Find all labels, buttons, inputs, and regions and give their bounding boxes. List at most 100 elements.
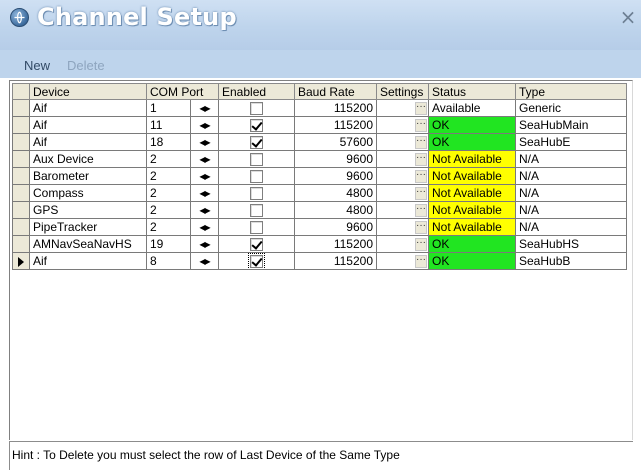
com-port-cell[interactable]: 2 [146,201,191,219]
com-port-cell[interactable]: 1 [146,99,191,117]
settings-cell[interactable]: ··· [376,116,429,134]
device-cell[interactable]: Aif [29,252,147,270]
ellipsis-icon[interactable]: ··· [415,187,427,201]
baud-rate-cell[interactable]: 115200 [294,99,377,117]
baud-rate-cell[interactable]: 4800 [294,184,377,202]
row-indicator[interactable] [12,201,30,219]
table-row[interactable]: AMNavSeaNavHS 19 ◀▶ 115200 ··· OK SeaHubHS [12,235,627,253]
type-cell[interactable]: SeaHubMain [515,116,627,134]
type-cell[interactable]: N/A [515,184,627,202]
settings-cell[interactable]: ··· [376,99,429,117]
left-right-spinner-icon[interactable]: ◀▶ [199,221,210,235]
enabled-cell[interactable] [218,99,295,117]
row-indicator[interactable] [12,150,30,168]
baud-rate-cell[interactable]: 57600 [294,133,377,151]
new-button[interactable]: New [24,58,50,73]
enabled-cell[interactable] [218,218,295,236]
com-port-spinner[interactable]: ◀▶ [190,184,219,202]
device-cell[interactable]: AMNavSeaNavHS [29,235,147,253]
enabled-checkbox[interactable] [250,136,263,150]
device-cell[interactable]: PipeTracker [29,218,147,236]
left-right-spinner-icon[interactable]: ◀▶ [199,170,210,184]
baud-rate-cell[interactable]: 9600 [294,150,377,168]
com-port-spinner[interactable]: ◀▶ [190,116,219,134]
settings-cell[interactable]: ··· [376,218,429,236]
com-port-spinner[interactable]: ◀▶ [190,252,219,270]
enabled-cell[interactable] [218,184,295,202]
type-cell[interactable]: SeaHubHS [515,235,627,253]
left-right-spinner-icon[interactable]: ◀▶ [199,238,210,252]
ellipsis-icon[interactable]: ··· [415,102,427,116]
enabled-cell[interactable] [218,252,295,270]
com-port-cell[interactable]: 2 [146,184,191,202]
enabled-checkbox[interactable] [250,221,263,235]
row-indicator[interactable] [12,99,30,117]
enabled-checkbox[interactable] [250,238,263,252]
com-port-cell[interactable]: 2 [146,150,191,168]
left-right-spinner-icon[interactable]: ◀▶ [199,102,210,116]
type-cell[interactable]: SeaHubE [515,133,627,151]
com-port-cell[interactable]: 8 [146,252,191,270]
com-port-spinner[interactable]: ◀▶ [190,235,219,253]
device-cell[interactable]: Aif [29,116,147,134]
settings-cell[interactable]: ··· [376,184,429,202]
close-icon[interactable]: × [619,7,637,27]
enabled-checkbox[interactable] [250,153,263,167]
device-cell[interactable]: Compass [29,184,147,202]
settings-cell[interactable]: ··· [376,252,429,270]
com-port-cell[interactable]: 2 [146,218,191,236]
table-row[interactable]: Aif 18 ◀▶ 57600 ··· OK SeaHubE [12,133,627,151]
ellipsis-icon[interactable]: ··· [415,204,427,218]
com-port-cell[interactable]: 2 [146,167,191,185]
com-port-spinner[interactable]: ◀▶ [190,133,219,151]
row-indicator[interactable] [12,167,30,185]
device-cell[interactable]: GPS [29,201,147,219]
delete-button[interactable]: Delete [67,58,105,73]
left-right-spinner-icon[interactable]: ◀▶ [199,255,210,269]
row-indicator[interactable] [12,235,30,253]
column-header-enabled[interactable]: Enabled [218,83,295,100]
com-port-cell[interactable]: 18 [146,133,191,151]
column-header-baud-rate[interactable]: Baud Rate [294,83,377,100]
column-header-type[interactable]: Type [515,83,627,100]
type-cell[interactable]: N/A [515,150,627,168]
com-port-spinner[interactable]: ◀▶ [190,201,219,219]
column-header-device[interactable]: Device [29,83,147,100]
enabled-checkbox[interactable] [250,170,263,184]
left-right-spinner-icon[interactable]: ◀▶ [199,187,210,201]
enabled-cell[interactable] [218,133,295,151]
table-row[interactable]: Aif 1 ◀▶ 115200 ··· Available Generic [12,99,627,117]
device-cell[interactable]: Aif [29,99,147,117]
type-cell[interactable]: Generic [515,99,627,117]
ellipsis-icon[interactable]: ··· [415,119,427,133]
enabled-checkbox[interactable] [248,253,265,269]
device-cell[interactable]: Barometer [29,167,147,185]
com-port-spinner[interactable]: ◀▶ [190,150,219,168]
settings-cell[interactable]: ··· [376,167,429,185]
row-indicator[interactable] [12,252,30,270]
baud-rate-cell[interactable]: 4800 [294,201,377,219]
com-port-spinner[interactable]: ◀▶ [190,99,219,117]
enabled-cell[interactable] [218,150,295,168]
enabled-cell[interactable] [218,167,295,185]
settings-cell[interactable]: ··· [376,133,429,151]
baud-rate-cell[interactable]: 9600 [294,218,377,236]
left-right-spinner-icon[interactable]: ◀▶ [199,204,210,218]
ellipsis-icon[interactable]: ··· [415,136,427,150]
table-row[interactable]: Aif 8 ◀▶ 115200 ··· OK SeaHubB [12,252,627,270]
ellipsis-icon[interactable]: ··· [415,255,427,269]
row-indicator[interactable] [12,184,30,202]
type-cell[interactable]: SeaHubB [515,252,627,270]
settings-cell[interactable]: ··· [376,201,429,219]
row-indicator[interactable] [12,133,30,151]
column-header-com-port[interactable]: COM Port [146,83,219,100]
ellipsis-icon[interactable]: ··· [415,153,427,167]
device-cell[interactable]: Aif [29,133,147,151]
enabled-cell[interactable] [218,201,295,219]
ellipsis-icon[interactable]: ··· [415,238,427,252]
enabled-cell[interactable] [218,235,295,253]
baud-rate-cell[interactable]: 115200 [294,235,377,253]
settings-cell[interactable]: ··· [376,150,429,168]
baud-rate-cell[interactable]: 115200 [294,252,377,270]
enabled-checkbox[interactable] [250,187,263,201]
